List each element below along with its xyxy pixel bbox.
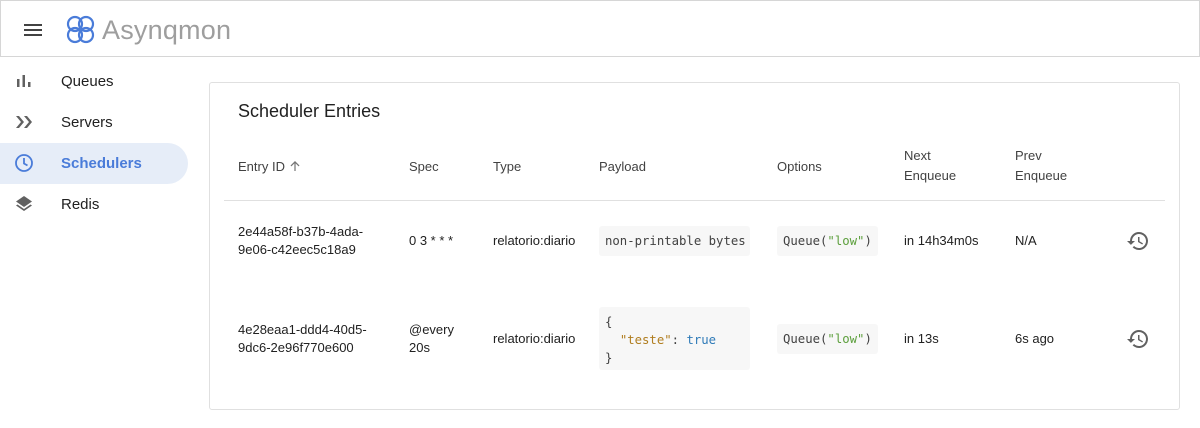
- sidebar-item-queues[interactable]: Queues: [0, 61, 188, 102]
- sidebar-item-label: Schedulers: [61, 155, 142, 172]
- type-cell: relatorio:diario: [493, 331, 576, 346]
- column-header-options: Options: [777, 159, 822, 174]
- column-header-entry-id[interactable]: Entry ID: [238, 157, 301, 177]
- entry-id-cell: 4e28eaa1-ddd4-40d5- 9dc6-2e96f770e600: [238, 322, 367, 355]
- next-enqueue-cell: in 13s: [904, 331, 939, 346]
- payload-cell: { "teste": true}: [599, 307, 750, 370]
- bar-chart-icon: [14, 71, 34, 91]
- next-enqueue-cell: in 14h34m0s: [904, 233, 979, 248]
- column-header-payload: Payload: [599, 159, 646, 174]
- arrow-up-icon: [289, 158, 301, 171]
- entry-id-cell: 2e44a58f-b37b-4ada- 9e06-c42eec5c18a9: [238, 224, 364, 257]
- options-cell: Queue("low"): [777, 324, 878, 354]
- prev-enqueue-cell: 6s ago: [1015, 331, 1055, 346]
- history-icon[interactable]: [1126, 229, 1150, 253]
- column-header-type: Type: [493, 159, 522, 174]
- column-header-next-enqueue: Next Enqueue: [904, 148, 957, 183]
- spec-cell: 0 3 * * *: [409, 233, 454, 248]
- menu-icon[interactable]: [21, 18, 45, 42]
- column-header-spec: Spec: [409, 159, 439, 174]
- sidebar: Queues Servers Schedulers Redis: [0, 57, 200, 428]
- spec-cell: @every 20s: [409, 322, 454, 355]
- sidebar-item-servers[interactable]: Servers: [0, 102, 188, 143]
- double-chevron-icon: [14, 112, 34, 132]
- sidebar-item-label: Queues: [61, 73, 114, 90]
- payload-cell: non-printable bytes: [599, 226, 750, 256]
- scheduler-entries-card: Scheduler Entries Entry ID Spec Type Pay…: [209, 82, 1180, 410]
- asynqmon-logo-icon: [64, 13, 98, 47]
- type-cell: relatorio:diario: [493, 233, 576, 248]
- header-divider: [224, 200, 1165, 201]
- app-bar: Asynqmon: [0, 0, 1200, 57]
- clock-icon: [14, 153, 34, 173]
- app-brand: Asynqmon: [102, 15, 232, 45]
- sidebar-item-label: Servers: [61, 114, 113, 131]
- prev-enqueue-cell: N/A: [1015, 233, 1037, 248]
- column-header-prev-enqueue: Prev Enqueue: [1015, 148, 1068, 183]
- layers-icon: [14, 194, 34, 214]
- sidebar-item-label: Redis: [61, 196, 100, 213]
- history-icon[interactable]: [1126, 327, 1150, 351]
- sidebar-item-redis[interactable]: Redis: [0, 184, 188, 225]
- options-cell: Queue("low"): [777, 226, 878, 256]
- sidebar-item-schedulers[interactable]: Schedulers: [0, 143, 188, 184]
- card-title: Scheduler Entries: [238, 101, 381, 121]
